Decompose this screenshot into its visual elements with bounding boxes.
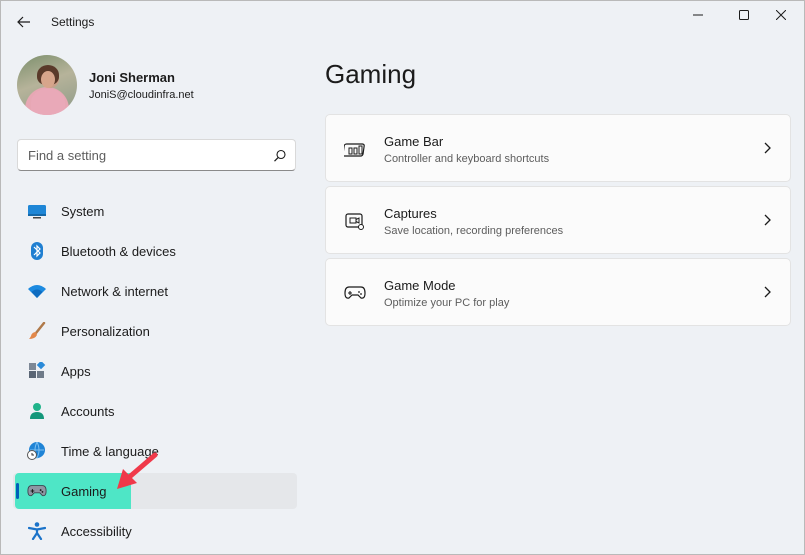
card-game-bar[interactable]: Game Bar Controller and keyboard shortcu…: [325, 114, 791, 182]
gamepad-icon: [344, 286, 366, 299]
sidebar-item-label: Apps: [61, 364, 91, 379]
close-icon: [776, 10, 786, 20]
sidebar-item-label: Accessibility: [61, 524, 132, 539]
apps-icon: [27, 362, 47, 380]
sidebar-item-bluetooth-devices[interactable]: Bluetooth & devices: [13, 233, 297, 269]
sidebar-item-apps[interactable]: Apps: [13, 353, 297, 389]
chevron-right-icon: [764, 214, 771, 226]
title-bar: Settings: [1, 1, 804, 43]
card-captures[interactable]: Captures Save location, recording prefer…: [325, 186, 791, 254]
card-subtitle: Controller and keyboard shortcuts: [384, 153, 550, 165]
settings-window: Settings Joni Sherman JoniS@cloudinfra.n…: [0, 0, 805, 555]
sidebar-item-label: Accounts: [61, 404, 115, 419]
sidebar-item-accessibility[interactable]: Accessibility: [13, 513, 297, 549]
arrow-left-icon: [17, 16, 30, 28]
sidebar-item-label: Bluetooth & devices: [61, 244, 176, 259]
avatar[interactable]: [17, 55, 77, 115]
selection-indicator: [16, 483, 19, 499]
sidebar-item-label: Personalization: [61, 324, 150, 339]
maximize-icon: [739, 10, 749, 20]
sidebar-item-network-internet[interactable]: Network & internet: [13, 273, 297, 309]
card-title: Captures: [384, 206, 437, 221]
sidebar-item-label: Gaming: [61, 484, 107, 499]
sidebar-item-label: Network & internet: [61, 284, 168, 299]
search-input[interactable]: [28, 146, 258, 164]
user-email: JoniS@cloudinfra.net: [89, 89, 194, 101]
sidebar-item-label: System: [61, 204, 105, 219]
system-display-icon: [27, 202, 47, 220]
accessibility-icon: [27, 522, 47, 540]
paintbrush-icon: [27, 322, 47, 340]
game-bar-icon: [344, 143, 365, 157]
card-game-mode[interactable]: Game Mode Optimize your PC for play: [325, 258, 791, 326]
minimize-button[interactable]: [675, 1, 721, 29]
annotation-arrow-icon: [117, 452, 158, 489]
close-button[interactable]: [758, 1, 804, 29]
app-title: Settings: [51, 15, 95, 29]
search-icon[interactable]: [273, 149, 287, 163]
user-name: Joni Sherman: [89, 70, 175, 85]
page-title: Gaming: [325, 59, 417, 89]
capture-icon: [345, 213, 364, 230]
sidebar-item-personalization[interactable]: Personalization: [13, 313, 297, 349]
globe-clock-icon: [27, 442, 47, 460]
wifi-icon: [27, 282, 47, 300]
search-box[interactable]: [17, 139, 296, 171]
minimize-icon: [693, 14, 703, 16]
gamepad-icon: [27, 482, 47, 500]
chevron-right-icon: [764, 142, 771, 154]
bluetooth-icon: [27, 242, 47, 260]
card-subtitle: Save location, recording preferences: [384, 225, 564, 237]
sidebar-item-accounts[interactable]: Accounts: [13, 393, 297, 429]
back-button[interactable]: [11, 11, 37, 33]
card-subtitle: Optimize your PC for play: [384, 297, 510, 309]
card-title: Game Bar: [384, 134, 444, 149]
sidebar-item-system[interactable]: System: [13, 193, 297, 229]
person-icon: [27, 402, 47, 420]
card-title: Game Mode: [384, 278, 456, 293]
chevron-right-icon: [764, 286, 771, 298]
sidebar-nav: System Bluetooth & devices Network & int…: [13, 193, 297, 553]
